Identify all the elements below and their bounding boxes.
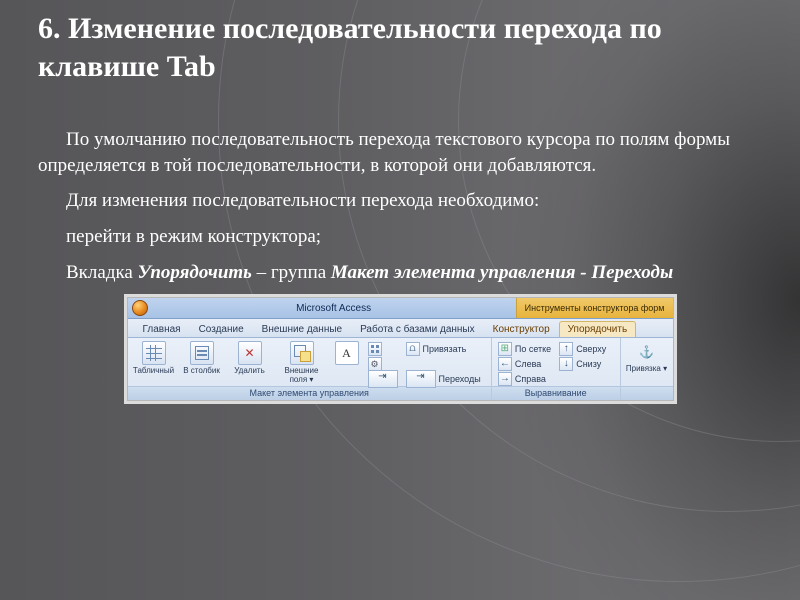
app-title: Microsoft Access	[152, 298, 516, 318]
btn-privyazat[interactable]: Привязать	[404, 342, 483, 356]
tab-glavnaya[interactable]: Главная	[134, 321, 190, 337]
p4-bold-1: Упорядочить	[138, 262, 252, 283]
btn-perekhody[interactable]: Переходы	[404, 372, 483, 386]
tab-order-icon	[406, 370, 436, 388]
btn-tablichny-label: Табличный	[133, 367, 174, 375]
group-vyrav-label: Выравнивание	[492, 386, 620, 400]
window-titlebar: Microsoft Access Инструменты конструктор…	[128, 298, 673, 319]
btn-perekhody-label: Переходы	[439, 374, 481, 384]
align-left-icon	[498, 357, 512, 371]
group-privyazka-label	[621, 386, 673, 400]
tab-rabota-s-bazami[interactable]: Работа с базами данных	[351, 321, 484, 337]
btn-small-tab[interactable]	[366, 372, 400, 386]
anchor-small-icon	[406, 342, 420, 356]
group-vyravnivanie: По сетке Слева Справа Сверху Снизу Вырав…	[492, 338, 621, 400]
ribbon-body: Табличный В столбик Удалить	[128, 338, 673, 400]
btn-privyazat-label: Привязать	[423, 344, 467, 354]
paragraph-1-text: По умолчанию последовательность перехода…	[38, 129, 730, 176]
align-col-2: Сверху Снизу	[557, 341, 608, 371]
align-bottom-icon	[559, 357, 573, 371]
office-button-icon	[132, 300, 148, 316]
anchoring-icon	[636, 341, 658, 363]
slide-content: 6. Изменение последовательности перехода…	[38, 10, 762, 401]
paragraph-3-text: перейти в режим конструктора;	[66, 226, 321, 247]
table-layout-icon	[142, 341, 166, 365]
btn-small-gear[interactable]	[366, 357, 400, 371]
group-privyazka-partial: Привязка ▾	[621, 338, 673, 400]
btn-snizu[interactable]: Снизу	[557, 357, 608, 371]
btn-sprava[interactable]: Справа	[496, 372, 553, 386]
btn-vneshnie-polya-label: Внешние поля ▾	[276, 367, 328, 384]
paragraph-1: По умолчанию последовательность перехода…	[38, 127, 762, 178]
btn-po-setke[interactable]: По сетке	[496, 342, 553, 356]
paragraph-3: перейти в режим конструктора;	[38, 224, 762, 250]
tab-order-small-icon	[368, 370, 398, 388]
maket-small-col-2: Привязать — Переходы	[404, 341, 483, 386]
office-orb[interactable]	[128, 298, 152, 318]
btn-snizu-label: Снизу	[576, 359, 601, 369]
paragraph-4: Вкладка Упорядочить – группа Макет элеме…	[38, 260, 762, 286]
control-margins-icon	[290, 341, 314, 365]
tab-vneshnie-dannye[interactable]: Внешние данные	[253, 321, 351, 337]
remove-layout-icon	[238, 341, 262, 365]
contextual-tab-header: Инструменты конструктора форм	[516, 298, 673, 318]
btn-v-stolbik[interactable]: В столбик	[180, 341, 224, 375]
group-maket-content: Табличный В столбик Удалить	[128, 338, 491, 386]
btn-sverhu[interactable]: Сверху	[557, 342, 608, 356]
paragraph-2: Для изменения последовательности переход…	[38, 188, 762, 214]
tab-sozdanie[interactable]: Создание	[190, 321, 253, 337]
btn-privyazka-label: Привязка ▾	[626, 365, 667, 373]
btn-po-setke-label: По сетке	[515, 344, 551, 354]
p4-pre: Вкладка	[66, 262, 138, 283]
p4-mid: – группа	[252, 262, 331, 283]
tab-uporyadochit[interactable]: Упорядочить	[559, 321, 637, 337]
align-right-icon	[498, 372, 512, 386]
btn-small-grid[interactable]	[366, 342, 400, 356]
ribbon-tabs: Главная Создание Внешние данные Работа с…	[128, 319, 673, 338]
align-top-icon	[559, 342, 573, 356]
group-vyrav-content: По сетке Слева Справа Сверху Снизу	[492, 338, 620, 386]
btn-textbox[interactable]	[332, 341, 362, 367]
btn-udalit[interactable]: Удалить	[228, 341, 272, 375]
btn-sleva[interactable]: Слева	[496, 357, 553, 371]
paragraph-2-text: Для изменения последовательности переход…	[66, 190, 539, 211]
group-maket: Табличный В столбик Удалить	[128, 338, 492, 400]
tab-konstruktor[interactable]: Конструктор	[484, 321, 559, 337]
maket-small-col-1	[366, 341, 400, 386]
btn-sleva-label: Слева	[515, 359, 541, 369]
btn-tablichny[interactable]: Табличный	[132, 341, 176, 375]
grid-icon	[368, 342, 382, 356]
align-col-1: По сетке Слева Справа	[496, 341, 553, 386]
textbox-icon	[335, 341, 359, 365]
btn-sprava-label: Справа	[515, 374, 546, 384]
group-maket-label: Макет элемента управления	[128, 386, 491, 400]
p4-bold-2: Макет элемента управления - Переходы	[331, 262, 673, 283]
group-privyazka-content: Привязка ▾	[621, 338, 673, 386]
access-ribbon: Microsoft Access Инструменты конструктор…	[127, 297, 674, 401]
btn-privyazka[interactable]: Привязка ▾	[625, 341, 669, 373]
btn-udalit-label: Удалить	[234, 367, 265, 375]
slide-title: 6. Изменение последовательности перехода…	[38, 10, 762, 85]
btn-sverhu-label: Сверху	[576, 344, 606, 354]
btn-vneshnie-polya[interactable]: Внешние поля ▾	[276, 341, 328, 384]
slide: 6. Изменение последовательности перехода…	[0, 0, 800, 600]
to-grid-icon	[498, 342, 512, 356]
btn-v-stolbik-label: В столбик	[183, 367, 220, 375]
screenshot-wrap: Microsoft Access Инструменты конструктор…	[38, 297, 762, 401]
gear-icon	[368, 357, 382, 371]
stacked-layout-icon	[190, 341, 214, 365]
